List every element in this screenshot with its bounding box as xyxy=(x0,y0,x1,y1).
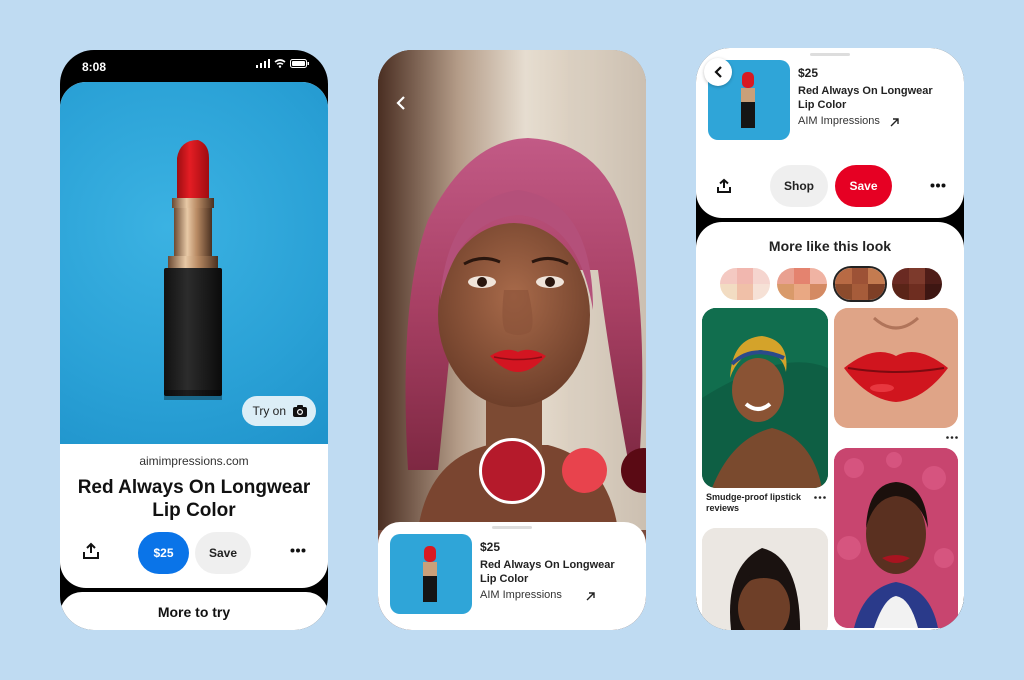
price-button[interactable]: $25 xyxy=(138,532,189,574)
product-price: $25 xyxy=(480,540,501,554)
shop-button[interactable]: Shop xyxy=(770,165,828,207)
more-to-try-bar[interactable]: More to try xyxy=(60,592,328,630)
action-bar: $25 Save xyxy=(60,530,328,574)
wifi-icon xyxy=(274,59,286,68)
more-options-icon[interactable] xyxy=(930,183,946,188)
pin-image-headwrap-portrait[interactable] xyxy=(702,308,828,488)
product-card[interactable]: $25 Red Always On Longwear Lip Color AIM… xyxy=(378,522,646,630)
ar-camera-view xyxy=(378,50,646,530)
external-link-icon[interactable] xyxy=(586,592,595,601)
source-domain[interactable]: aimimpressions.com xyxy=(60,454,328,468)
pin-title: Red Always On Longwear Lip Color xyxy=(77,477,311,521)
status-icons xyxy=(256,59,310,68)
camera-icon xyxy=(293,405,307,417)
palette-swatch-2[interactable] xyxy=(777,268,827,300)
shade-swatch-2[interactable] xyxy=(562,448,607,493)
back-button[interactable] xyxy=(704,58,732,86)
share-icon[interactable] xyxy=(82,542,100,560)
try-on-label: Try on xyxy=(252,404,286,418)
palette-swatch-4[interactable] xyxy=(892,268,942,300)
battery-icon xyxy=(290,59,309,68)
pin-caption[interactable]: Smudge-proof lipstick reviews xyxy=(706,492,816,514)
share-icon[interactable] xyxy=(716,178,732,194)
phone-product-pin: 8:08 Try on aimimpressions.com Red Alway… xyxy=(60,50,328,630)
product-brand[interactable]: AIM Impressions xyxy=(480,589,562,601)
drag-handle[interactable] xyxy=(810,53,850,56)
product-brand[interactable]: AIM Impressions xyxy=(798,115,880,127)
product-header-card: $25 Red Always On Longwear Lip Color AIM… xyxy=(696,48,964,218)
palette-swatch-3-selected[interactable] xyxy=(833,266,887,302)
product-image[interactable]: Try on xyxy=(60,82,328,444)
try-on-button[interactable]: Try on xyxy=(242,396,316,426)
more-like-this-panel: More like this look Smudge-proof lipstic… xyxy=(696,222,964,630)
status-bar: 8:08 xyxy=(60,50,328,84)
more-options-icon[interactable] xyxy=(290,548,306,553)
signal-icon xyxy=(256,59,270,68)
portrait-illustration xyxy=(834,448,958,628)
lips-illustration xyxy=(834,308,958,428)
drag-handle[interactable] xyxy=(492,526,532,529)
lipstick-thumb-icon xyxy=(423,546,437,602)
shade-selected-swatch[interactable] xyxy=(479,438,545,504)
phone-more-like-this: $25 Red Always On Longwear Lip Color AIM… xyxy=(696,48,964,630)
portrait-illustration xyxy=(702,308,828,488)
pin-image-braided-portrait[interactable] xyxy=(702,528,828,630)
product-title: Red Always On Longwear Lip Color xyxy=(480,559,615,585)
phone-try-on-camera: $25 Red Always On Longwear Lip Color AIM… xyxy=(378,50,646,630)
portrait-illustration xyxy=(702,528,828,630)
pin-card: Try on aimimpressions.com Red Always On … xyxy=(60,82,328,588)
palette-swatch-1[interactable] xyxy=(720,268,770,300)
save-button[interactable]: Save xyxy=(835,165,892,207)
save-button[interactable]: Save xyxy=(195,532,251,574)
pin-image-pink-backdrop-portrait[interactable] xyxy=(834,448,958,628)
pin-options-icon[interactable] xyxy=(814,496,826,499)
pin-image-red-lips-closeup[interactable] xyxy=(834,308,958,428)
lipstick-illustration xyxy=(164,140,222,400)
section-title: More like this look xyxy=(768,238,892,254)
external-link-icon[interactable] xyxy=(890,118,899,127)
product-title: Red Always On Longwear Lip Color xyxy=(798,85,933,111)
chevron-left-icon xyxy=(714,66,722,78)
back-arrow-icon[interactable] xyxy=(396,96,406,110)
product-thumbnail[interactable] xyxy=(390,534,472,614)
pin-options-icon[interactable] xyxy=(946,436,958,439)
status-time: 8:08 xyxy=(82,60,107,74)
product-price: $25 xyxy=(798,66,819,80)
